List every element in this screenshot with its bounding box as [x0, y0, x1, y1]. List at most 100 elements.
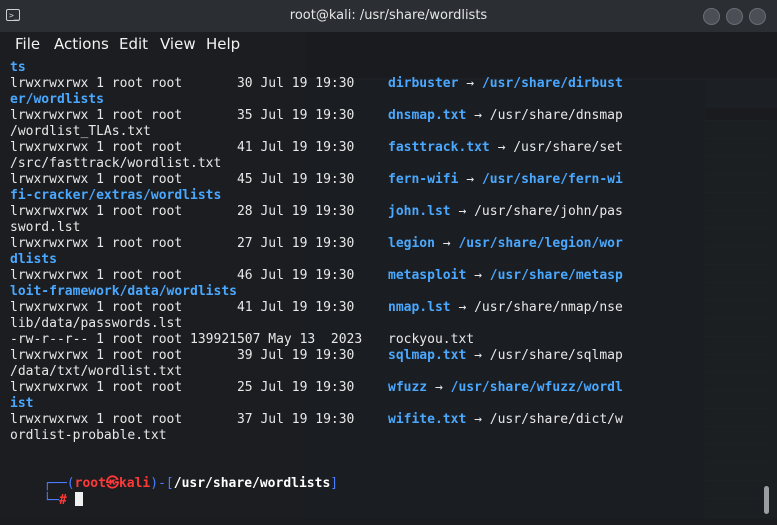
- file-entry: dnsmap.txt → /usr/share/dnsmap: [388, 108, 623, 124]
- file-entry: wfuzz → /usr/share/wfuzz/wordl: [388, 380, 623, 396]
- terminal-line: lrwxrwxrwx 1 root root 45 Jul 19 19:30 fe…: [10, 172, 623, 188]
- terminal-line: lrwxrwxrwx 1 root root 25 Jul 19 19:30 wf…: [10, 380, 623, 396]
- file-entry: dirbuster → /usr/share/dirbust: [388, 76, 623, 92]
- terminal-line: loit-framework/data/wordlists: [10, 284, 237, 300]
- file-name: metasploit: [388, 268, 467, 283]
- terminal-scrollbar[interactable]: [764, 486, 769, 514]
- file-name: nmap.lst: [388, 300, 451, 315]
- terminal-line: er/wordlists: [10, 92, 104, 108]
- symlink-arrow: →: [458, 172, 482, 187]
- file-metadata: lrwxrwxrwx 1 root root 37 Jul 19 19:30: [10, 412, 355, 427]
- terminal-line: /data/txt/wordlist.txt: [10, 364, 182, 380]
- line-continuation: er/wordlists: [10, 92, 104, 107]
- file-entry: nmap.lst → /usr/share/nmap/nse: [388, 300, 623, 316]
- symlink-target: /usr/share/dict/w: [489, 412, 623, 427]
- line-continuation: sword.lst: [10, 220, 81, 235]
- file-name: dirbuster: [388, 76, 459, 91]
- file-metadata: lrwxrwxrwx 1 root root 46 Jul 19 19:30: [10, 268, 355, 283]
- terminal-line: fi-cracker/extras/wordlists: [10, 188, 221, 204]
- symlink-arrow: →: [466, 412, 490, 427]
- terminal-line: lrwxrwxrwx 1 root root 37 Jul 19 19:30 wi…: [10, 412, 623, 428]
- terminal-line: ist: [10, 396, 33, 412]
- prompt-corner-bottom: └─: [43, 493, 59, 508]
- file-name: john.lst: [388, 204, 451, 219]
- file-metadata: lrwxrwxrwx 1 root root 28 Jul 19 19:30: [10, 204, 355, 219]
- file-name: legion: [388, 236, 435, 251]
- menu-bar: File Actions Edit View Help: [0, 32, 777, 56]
- terminal-line: sword.lst: [10, 220, 80, 236]
- symlink-target: /usr/share/john/pas: [474, 204, 623, 219]
- symlink-arrow: →: [466, 268, 490, 283]
- menu-file[interactable]: File: [15, 35, 40, 53]
- menu-edit[interactable]: Edit: [119, 35, 148, 53]
- minimize-button[interactable]: [703, 8, 720, 25]
- line-continuation: dlists: [10, 252, 57, 267]
- line-continuation: /src/fasttrack/wordlist.txt: [10, 156, 222, 171]
- symlink-target: /usr/share/metasp: [489, 268, 623, 283]
- terminal-line: ordlist-probable.txt: [10, 428, 167, 444]
- file-metadata: lrwxrwxrwx 1 root root 35 Jul 19 19:30: [10, 108, 355, 123]
- terminal-line: -rw-r--r-- 1 root root 139921507 May 13 …: [10, 332, 474, 348]
- file-entry: fasttrack.txt → /usr/share/set: [388, 140, 623, 156]
- line-continuation: lib/data/passwords.lst: [10, 316, 183, 331]
- file-metadata: lrwxrwxrwx 1 root root 45 Jul 19 19:30: [10, 172, 355, 187]
- terminal-line: lrwxrwxrwx 1 root root 39 Jul 19 19:30 sq…: [10, 348, 623, 364]
- menu-help[interactable]: Help: [206, 35, 240, 53]
- terminal-line: lrwxrwxrwx 1 root root 27 Jul 19 19:30 le…: [10, 236, 623, 252]
- terminal-line: lrwxrwxrwx 1 root root 41 Jul 19 19:30 fa…: [10, 140, 623, 156]
- file-metadata: lrwxrwxrwx 1 root root 41 Jul 19 19:30: [10, 300, 355, 315]
- symlink-arrow: →: [466, 108, 490, 123]
- file-name: wifite.txt: [388, 412, 467, 427]
- symlink-target: /usr/share/nmap/nse: [474, 300, 623, 315]
- file-name: fern-wifi: [388, 172, 459, 187]
- prompt-at: ㉿: [105, 476, 119, 491]
- file-entry: metasploit → /usr/share/metasp: [388, 268, 623, 284]
- symlink-target: /usr/share/wfuzz/wordl: [450, 380, 623, 395]
- terminal-line: lrwxrwxrwx 1 root root 30 Jul 19 19:30 di…: [10, 76, 623, 92]
- terminal-line: /wordlist_TLAs.txt: [10, 124, 151, 140]
- terminal-line: lrwxrwxrwx 1 root root 35 Jul 19 19:30 dn…: [10, 108, 623, 124]
- terminal-line: lrwxrwxrwx 1 root root 46 Jul 19 19:30 me…: [10, 268, 623, 284]
- maximize-button[interactable]: [726, 8, 743, 25]
- title-bar[interactable]: >_ root@kali: /usr/share/wordlists: [0, 0, 777, 32]
- terminal-output[interactable]: ts lrwxrwxrwx 1 root root 30 Jul 19 19:30…: [10, 60, 770, 510]
- symlink-target: /usr/share/legion/wor: [458, 236, 623, 251]
- line-continuation: loit-framework/data/wordlists: [10, 284, 237, 299]
- file-entry: rockyou.txt: [388, 332, 474, 348]
- symlink-arrow: →: [434, 236, 459, 251]
- file-name: dnsmap.txt: [388, 108, 467, 123]
- prompt-host: kali: [118, 476, 151, 491]
- line-continuation: ts: [10, 60, 26, 75]
- symlink-arrow: →: [466, 348, 490, 363]
- menu-actions[interactable]: Actions: [54, 35, 109, 53]
- symlink-arrow: →: [427, 380, 451, 395]
- file-entry: fern-wifi → /usr/share/fern-wi: [388, 172, 623, 188]
- prompt-symbol: #: [58, 493, 67, 508]
- file-name: fasttrack.txt: [388, 140, 490, 155]
- file-name: wfuzz: [388, 380, 428, 395]
- terminal-line: lrwxrwxrwx 1 root root 41 Jul 19 19:30 nm…: [10, 300, 623, 316]
- line-continuation: ordlist-probable.txt: [10, 428, 167, 443]
- text-cursor[interactable]: [74, 492, 83, 506]
- symlink-target: /usr/share/dirbust: [481, 76, 623, 91]
- symlink-target: /usr/share/dnsmap: [489, 108, 623, 123]
- file-entry: john.lst → /usr/share/john/pas: [388, 204, 623, 220]
- terminal-line: /src/fasttrack/wordlist.txt: [10, 156, 221, 172]
- symlink-arrow: →: [450, 300, 475, 315]
- close-button[interactable]: [749, 8, 766, 25]
- symlink-arrow: →: [489, 140, 514, 155]
- line-continuation: fi-cracker/extras/wordlists: [10, 188, 222, 203]
- symlink-target: /usr/share/fern-wi: [481, 172, 623, 187]
- terminal-line: dlists: [10, 252, 57, 268]
- terminal-line: ts: [10, 60, 26, 76]
- file-entry: wifite.txt → /usr/share/dict/w: [388, 412, 623, 428]
- terminal-line: lib/data/passwords.lst: [10, 316, 182, 332]
- file-metadata: -rw-r--r-- 1 root root 139921507 May 13 …: [10, 332, 363, 347]
- symlink-target: /usr/share/set: [513, 140, 623, 155]
- symlink-arrow: →: [450, 204, 475, 219]
- menu-view[interactable]: View: [160, 35, 196, 53]
- file-metadata: lrwxrwxrwx 1 root root 30 Jul 19 19:30: [10, 76, 355, 91]
- file-metadata: lrwxrwxrwx 1 root root 27 Jul 19 19:30: [10, 236, 355, 251]
- file-entry: legion → /usr/share/legion/wor: [388, 236, 623, 252]
- prompt-end: ]: [330, 476, 339, 491]
